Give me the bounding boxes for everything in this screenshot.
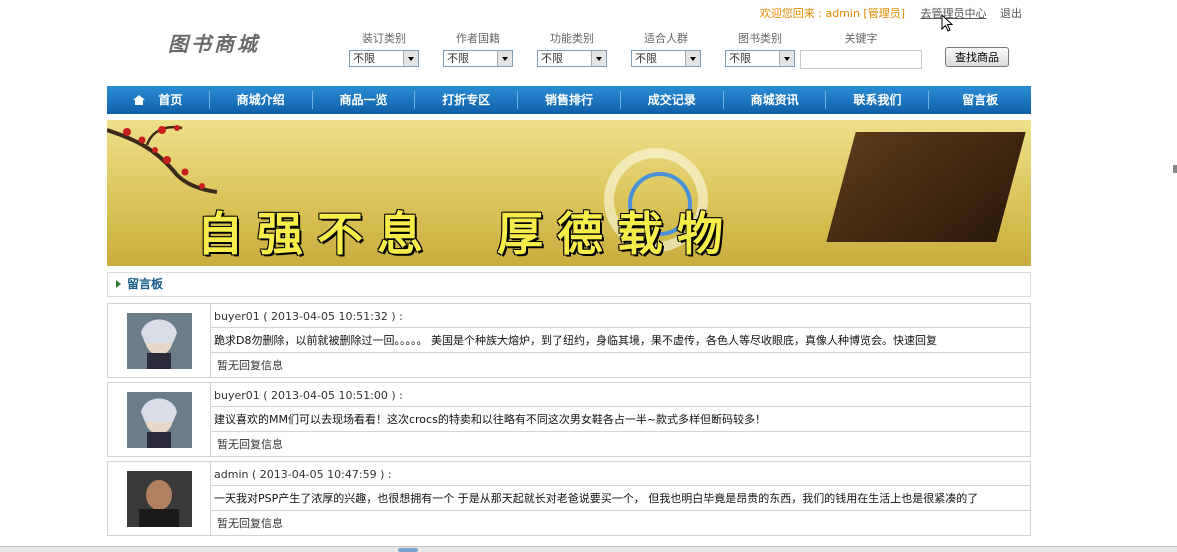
filter-audience: 适合人群 不限 — [631, 30, 725, 67]
avatar — [126, 312, 192, 369]
home-icon — [133, 95, 146, 105]
filter-function: 功能类别 不限 — [537, 30, 631, 67]
chevron-down-icon[interactable] — [779, 51, 794, 66]
chevron-down-icon[interactable] — [403, 51, 418, 66]
welcome-text: 欢迎您回来 : admin [管理员] — [759, 7, 905, 20]
site-logo[interactable]: 图书商城 — [168, 28, 260, 57]
message-item: buyer01 ( 2013-04-05 10:51:32 ) : 跪求D8勿删… — [107, 303, 1031, 378]
logout-link[interactable]: 退出 — [1000, 7, 1022, 20]
message-content: 建议喜欢的MM们可以去现场看看！这次crocs的特卖和以往略有不同这次男女鞋各占… — [211, 407, 1030, 432]
filter-select[interactable]: 不限 — [349, 50, 419, 67]
triangle-right-icon — [116, 280, 121, 288]
message-author: buyer01 ( 2013-04-05 10:51:00 ) : — [211, 383, 1030, 408]
nav-records[interactable]: 成交记录 — [621, 91, 724, 109]
nav-products[interactable]: 商品一览 — [313, 91, 416, 109]
message-item: admin ( 2013-04-05 10:47:59 ) : 一天我对PSP产… — [107, 461, 1031, 536]
filter-label: 装订类别 — [362, 32, 406, 45]
vertical-scrollbar[interactable] — [1171, 0, 1177, 546]
guestbook-header: 留言板 — [107, 272, 1031, 297]
main-nav: 首页 商城介绍 商品一览 打折专区 销售排行 成交记录 商城资讯 联系我们 留言… — [107, 86, 1031, 114]
plum-blossom-decoration — [107, 125, 218, 194]
chevron-down-icon[interactable] — [685, 51, 700, 66]
message-reply: 暂无回复信息 — [217, 516, 283, 530]
banner-slogan: 自强不息 厚德载物 — [197, 207, 737, 261]
user-bar: 欢迎您回来 : admin [管理员] 去管理员中心 退出 — [760, 5, 1022, 21]
message-content: 跪求D8勿删除，以前就被删除过一回。。。。。 美国是个种族大熔炉，到了纽约，身临… — [211, 328, 1030, 353]
message-reply: 暂无回复信息 — [217, 437, 283, 451]
message-item: buyer01 ( 2013-04-05 10:51:00 ) : 建议喜欢的M… — [107, 382, 1031, 457]
nav-about[interactable]: 商城介绍 — [210, 91, 313, 109]
filter-select[interactable]: 不限 — [725, 50, 795, 67]
keyword-input[interactable] — [800, 50, 922, 69]
filter-binding: 装订类别 不限 — [349, 30, 443, 67]
scroll-thumb[interactable] — [398, 548, 418, 552]
chevron-down-icon[interactable] — [591, 51, 606, 66]
filter-nationality: 作者国籍 不限 — [443, 30, 537, 67]
message-author: buyer01 ( 2013-04-05 10:51:32 ) : — [211, 304, 1030, 329]
filter-label: 功能类别 — [550, 32, 594, 45]
nav-home[interactable]: 首页 — [107, 91, 210, 109]
filter-bar: 装订类别 不限 作者国籍 不限 功能类别 不限 适合人群 不限 图书类别 不限 — [349, 30, 819, 67]
filter-select[interactable]: 不限 — [443, 50, 513, 67]
filter-label: 图书类别 — [738, 32, 782, 45]
horizontal-scrollbar[interactable] — [0, 546, 1177, 552]
avatar — [126, 470, 192, 527]
nav-guestbook[interactable]: 留言板 — [929, 91, 1031, 109]
search-button[interactable]: 查找商品 — [945, 47, 1009, 67]
book-scroll-decoration — [826, 132, 1026, 242]
filter-select[interactable]: 不限 — [537, 50, 607, 67]
message-author: admin ( 2013-04-05 10:47:59 ) : — [211, 462, 1030, 487]
banner: 自强不息 厚德载物 — [107, 120, 1031, 266]
nav-ranking[interactable]: 销售排行 — [518, 91, 621, 109]
mouse-cursor-icon — [941, 14, 954, 32]
nav-discount[interactable]: 打折专区 — [415, 91, 519, 109]
message-reply: 暂无回复信息 — [217, 358, 283, 372]
filter-label: 适合人群 — [644, 32, 688, 45]
filter-select[interactable]: 不限 — [631, 50, 701, 67]
message-content: 一天我对PSP产生了浓厚的兴趣，也很想拥有一个 于是从那天起就长对老爸说要买一个… — [211, 486, 1030, 511]
keyword-group: 关键字 — [800, 30, 922, 69]
filter-label: 作者国籍 — [456, 32, 500, 45]
chevron-down-icon[interactable] — [497, 51, 512, 66]
keyword-label: 关键字 — [844, 32, 878, 45]
nav-news[interactable]: 商城资讯 — [724, 91, 827, 109]
avatar — [126, 391, 192, 448]
nav-contact[interactable]: 联系我们 — [826, 91, 930, 109]
